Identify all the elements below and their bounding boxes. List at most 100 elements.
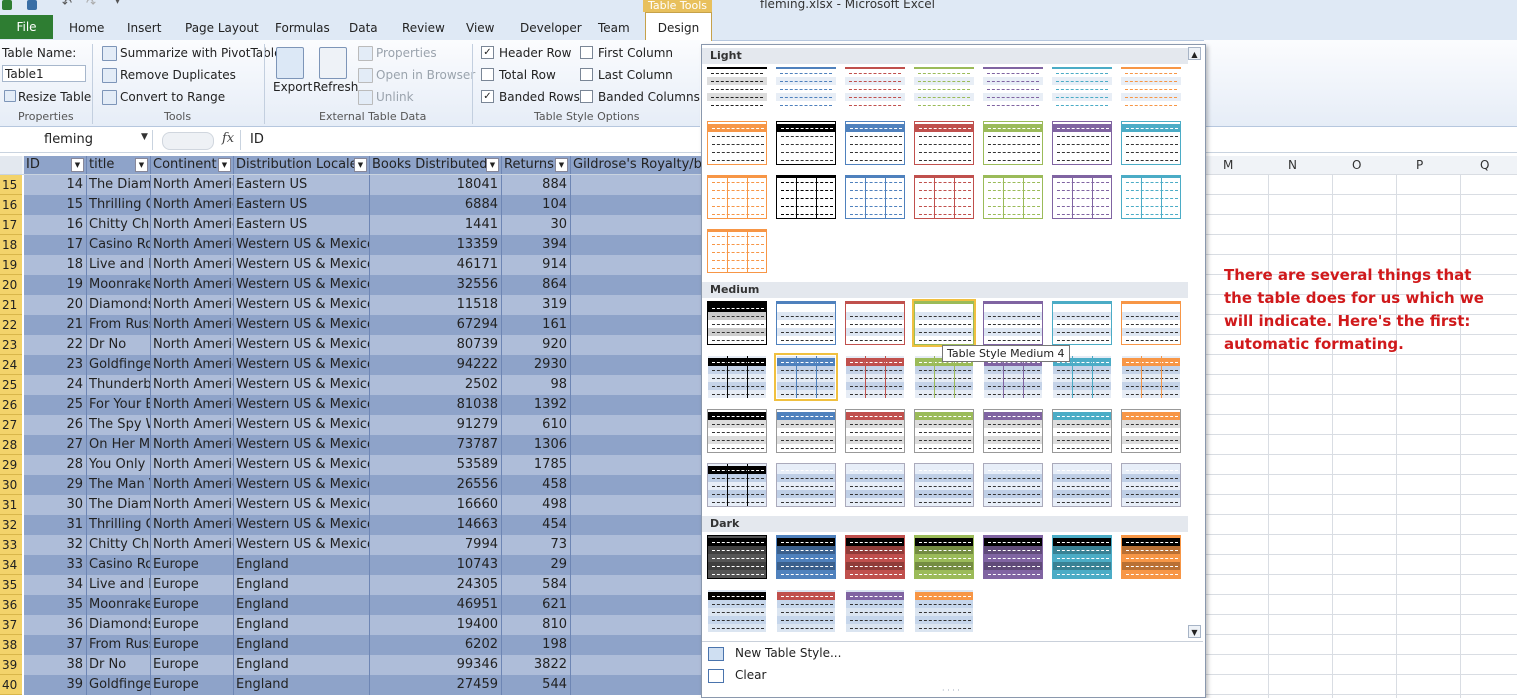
cell-id[interactable]: 29 <box>24 475 87 495</box>
row-number[interactable]: 24 <box>0 355 22 375</box>
unlink-button[interactable]: Unlink <box>376 90 414 104</box>
cell-books-distributed[interactable]: 6202 <box>370 635 502 655</box>
cell-distribution-locale[interactable]: Eastern US <box>234 215 370 235</box>
cell-title[interactable]: Casino Ro <box>87 235 151 255</box>
cell-returns[interactable]: 454 <box>502 515 571 535</box>
cell-continent[interactable]: Europe <box>151 675 234 695</box>
cell-returns[interactable]: 2930 <box>502 355 571 375</box>
cell-id[interactable]: 23 <box>24 355 87 375</box>
cell-distribution-locale[interactable]: Eastern US <box>234 195 370 215</box>
last-column-checkbox[interactable] <box>580 68 593 81</box>
cell-title[interactable]: Live and L <box>87 255 151 275</box>
style-light-15[interactable] <box>707 175 767 219</box>
cell-returns[interactable]: 1392 <box>502 395 571 415</box>
cell-royalty[interactable] <box>571 675 701 695</box>
cell-id[interactable]: 19 <box>24 275 87 295</box>
row-number[interactable]: 38 <box>0 635 22 655</box>
table-row[interactable]: 39 Goldfinge Europe England 27459 544 <box>24 675 701 695</box>
cell-returns[interactable]: 1306 <box>502 435 571 455</box>
insert-function-icon[interactable]: fx <box>222 131 234 146</box>
style-medium-6[interactable] <box>1052 301 1112 345</box>
table-row[interactable]: 36 Diamonds Europe England 19400 810 <box>24 615 701 635</box>
cell-returns[interactable]: 914 <box>502 255 571 275</box>
cell-royalty[interactable] <box>571 575 701 595</box>
style-medium-28[interactable] <box>1121 463 1181 507</box>
cell-books-distributed[interactable]: 11518 <box>370 295 502 315</box>
cell-continent[interactable]: North Americ <box>151 455 234 475</box>
cell-books-distributed[interactable]: 13359 <box>370 235 502 255</box>
cell-continent[interactable]: Europe <box>151 655 234 675</box>
cell-royalty[interactable] <box>571 655 701 675</box>
style-light-13[interactable] <box>1052 121 1112 165</box>
filter-dropdown-icon[interactable]: ▼ <box>218 158 231 172</box>
undo-icon[interactable]: ↶ <box>62 0 72 10</box>
cell-continent[interactable]: North Americ <box>151 375 234 395</box>
cell-title[interactable]: For Your E <box>87 395 151 415</box>
style-medium-18[interactable] <box>914 409 974 453</box>
cell-distribution-locale[interactable]: Western US & Mexico <box>234 315 370 335</box>
cell-royalty[interactable] <box>571 175 701 195</box>
column-letter-p[interactable]: P <box>1416 158 1423 172</box>
cell-id[interactable]: 28 <box>24 455 87 475</box>
row-number[interactable]: 17 <box>0 215 22 235</box>
style-medium-17[interactable] <box>845 409 905 453</box>
table-row[interactable]: 20 Diamonds North Americ Western US & Mexic… <box>24 295 701 315</box>
tab-file[interactable]: File <box>0 15 53 39</box>
table-row[interactable]: 30The DiamoNorth AmericWestern US & Mexi… <box>24 495 701 515</box>
cell-title[interactable]: You Only I <box>87 455 151 475</box>
cell-royalty[interactable] <box>571 435 701 455</box>
cell-continent[interactable]: North Americ <box>151 495 234 515</box>
cell-returns[interactable]: 1785 <box>502 455 571 475</box>
cell-id[interactable]: 20 <box>24 295 87 315</box>
cell-id[interactable]: 35 <box>24 595 87 615</box>
table-row[interactable]: 29 The Man V North Americ Western US & Mexi… <box>24 475 701 495</box>
style-medium-1[interactable] <box>707 301 767 345</box>
cell-title[interactable]: From Russ <box>87 635 151 655</box>
cell-distribution-locale[interactable]: Western US & Mexico <box>234 535 370 555</box>
cell-distribution-locale[interactable]: Western US & Mexico <box>234 455 370 475</box>
cell-distribution-locale[interactable]: England <box>234 595 370 615</box>
cell-title[interactable]: Live and L <box>87 575 151 595</box>
banded-rows-checkbox[interactable]: ✓ <box>481 90 494 103</box>
cell-royalty[interactable] <box>571 595 701 615</box>
style-medium-5[interactable] <box>983 301 1043 345</box>
row-number[interactable]: 40 <box>0 675 22 695</box>
cell-distribution-locale[interactable]: Western US & Mexico <box>234 335 370 355</box>
cell-id[interactable]: 17 <box>24 235 87 255</box>
cell-title[interactable]: The Diamo <box>87 175 151 195</box>
cell-returns[interactable]: 30 <box>502 215 571 235</box>
cell-royalty[interactable] <box>571 535 701 555</box>
style-light-22[interactable] <box>707 229 767 273</box>
cell-books-distributed[interactable]: 46951 <box>370 595 502 615</box>
cell-distribution-locale[interactable]: England <box>234 675 370 695</box>
cell-returns[interactable]: 584 <box>502 575 571 595</box>
cell-distribution-locale[interactable]: Western US & Mexico <box>234 375 370 395</box>
header-returns[interactable]: Returns ▼ <box>502 156 571 174</box>
cell-royalty[interactable] <box>571 375 701 395</box>
cell-books-distributed[interactable]: 7994 <box>370 535 502 555</box>
cell-id[interactable]: 14 <box>24 175 87 195</box>
cell-id[interactable]: 30 <box>24 495 87 515</box>
style-light-21[interactable] <box>1121 175 1181 219</box>
table-row[interactable]: 35 Moonrake Europe England 46951 621 <box>24 595 701 615</box>
cell-title[interactable]: Diamonds <box>87 295 151 315</box>
table-row[interactable]: 15 Thrilling C North Americ Eastern US 6884 1… <box>24 195 701 215</box>
style-dark-11[interactable] <box>914 589 974 633</box>
cell-returns[interactable]: 161 <box>502 315 571 335</box>
style-medium-27[interactable] <box>1052 463 1112 507</box>
cell-title[interactable]: The Diamo <box>87 495 151 515</box>
cell-id[interactable]: 33 <box>24 555 87 575</box>
cell-royalty[interactable] <box>571 355 701 375</box>
cell-books-distributed[interactable]: 10743 <box>370 555 502 575</box>
convert-to-range-button[interactable]: Convert to Range <box>120 90 225 104</box>
cell-distribution-locale[interactable]: Western US & Mexico <box>234 415 370 435</box>
cell-returns[interactable]: 920 <box>502 335 571 355</box>
cell-continent[interactable]: North Americ <box>151 295 234 315</box>
cell-continent[interactable]: North Americ <box>151 355 234 375</box>
name-box[interactable]: fleming <box>0 130 153 150</box>
cell-books-distributed[interactable]: 94222 <box>370 355 502 375</box>
cell-returns[interactable]: 458 <box>502 475 571 495</box>
style-light-6[interactable] <box>1052 67 1112 111</box>
row-number[interactable]: 25 <box>0 375 22 395</box>
gallery-scroll-up-icon[interactable]: ▲ <box>1188 47 1201 60</box>
